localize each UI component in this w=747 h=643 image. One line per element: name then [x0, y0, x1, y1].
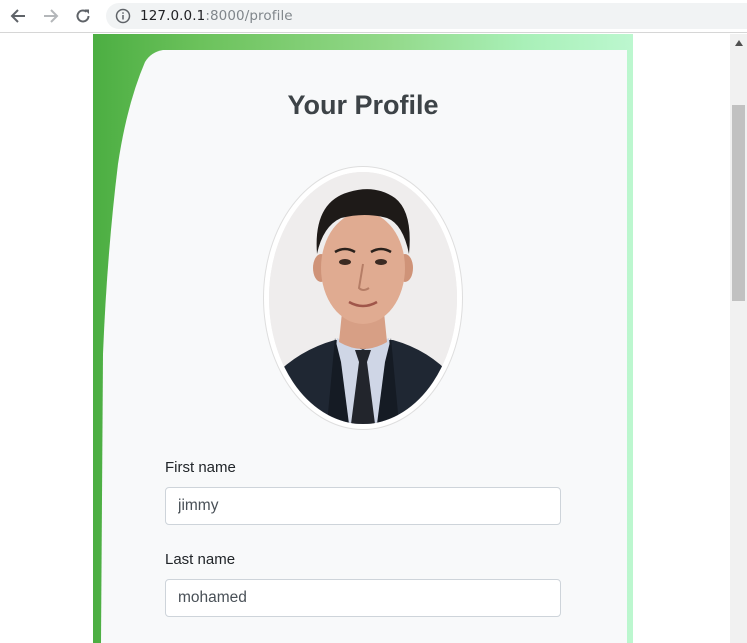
page-viewport: Your Profile First name jimmy Last name … — [0, 34, 730, 643]
first-name-label: First name — [165, 459, 236, 476]
triangle-up-icon — [734, 39, 743, 46]
profile-photo-frame — [264, 167, 462, 429]
back-button[interactable] — [7, 5, 29, 27]
address-bar[interactable]: 127.0.0.1:8000/profile — [106, 3, 747, 29]
scrollbar-thumb[interactable] — [732, 105, 745, 301]
first-name-input[interactable] — [165, 487, 561, 525]
forward-button[interactable] — [40, 5, 62, 27]
url-text: 127.0.0.1:8000/profile — [140, 8, 293, 24]
url-host: 127.0.0.1 — [140, 8, 206, 24]
last-name-input[interactable] — [165, 579, 561, 617]
vertical-scrollbar[interactable] — [730, 34, 747, 643]
url-path: :8000/profile — [205, 8, 293, 24]
arrow-left-icon — [10, 9, 25, 23]
reload-button[interactable] — [72, 5, 94, 27]
page-title: Your Profile — [287, 90, 439, 120]
last-name-label: Last name — [165, 551, 236, 568]
scroll-up-button[interactable] — [730, 34, 747, 51]
reload-icon — [76, 9, 90, 23]
browser-toolbar: 127.0.0.1:8000/profile — [0, 0, 747, 33]
info-icon[interactable] — [115, 8, 131, 24]
arrow-right-icon — [44, 9, 59, 23]
profile-photo — [269, 172, 457, 424]
